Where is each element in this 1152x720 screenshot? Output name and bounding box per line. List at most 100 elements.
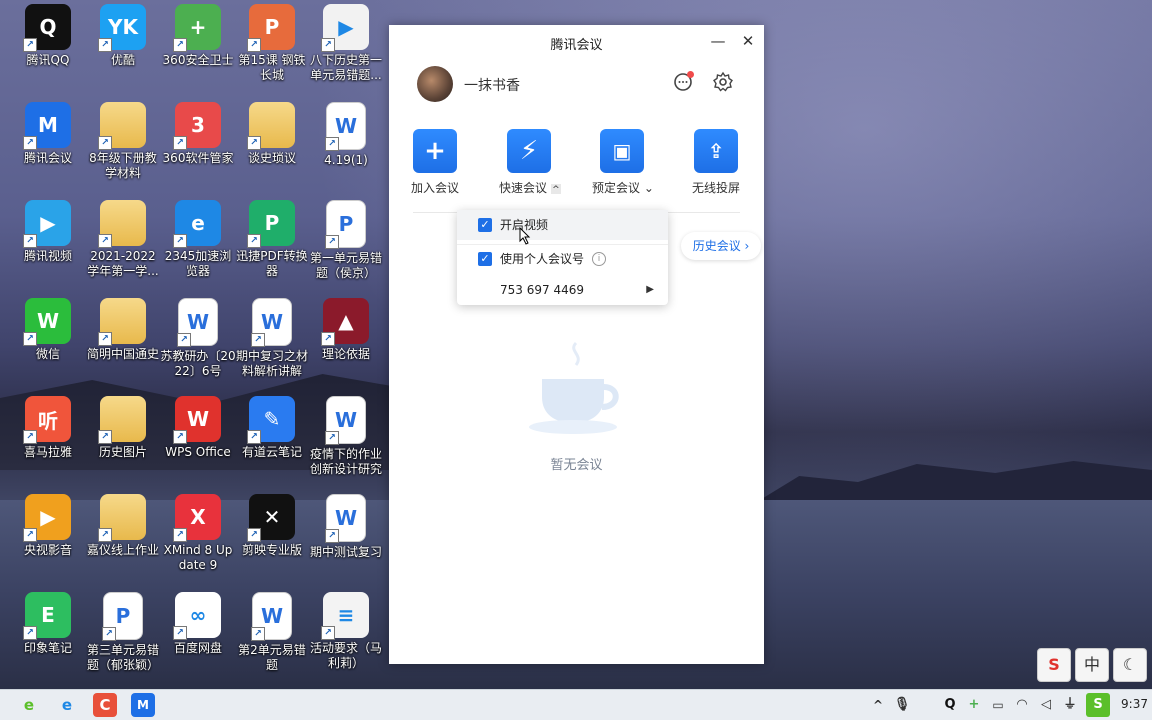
desktop-icon[interactable]: P ↗ 第一单元易错题（侯京） (308, 200, 384, 281)
desktop-icon-image: ▶ ↗ (321, 4, 369, 52)
app-taskbar-icon[interactable]: C (93, 693, 117, 717)
tray-expand-icon[interactable]: ^ (866, 693, 890, 717)
checkbox-video[interactable]: ✓ (478, 218, 492, 232)
desktop-icon-image: W ↗ (251, 592, 292, 641)
desktop-icon[interactable]: W ↗ 疫情下的作业创新设计研究 (308, 396, 384, 477)
browser-taskbar-icon[interactable]: e (55, 693, 79, 717)
desktop-icon[interactable]: W ↗ WPS Office (160, 396, 236, 460)
desktop-icon[interactable]: W ↗ 苏教研办〔2022〕6号 (160, 298, 236, 379)
desktop-icon[interactable]: W ↗ 期中测试复习 (308, 494, 384, 560)
desktop-icon[interactable]: W ↗ 微信 (10, 298, 86, 362)
desktop-icon-image: ↗ (247, 102, 295, 150)
quick-meeting-button[interactable]: ⚡ 快速会议 ^ (499, 129, 561, 196)
chevron-down-icon[interactable]: ⌄ (644, 181, 654, 195)
battery-icon[interactable]: ▭ (986, 693, 1010, 717)
shortcut-arrow-icon: ↗ (321, 626, 335, 640)
menu-item-meeting-id[interactable]: 753 697 4469 ▶ (457, 275, 668, 305)
desktop-icon-image: P ↗ (247, 200, 295, 248)
desktop-icon[interactable]: ↗ 8年级下册教学材料 (85, 102, 161, 181)
ime-chinese-mode[interactable]: 中 (1075, 648, 1109, 682)
sogou-tray-icon[interactable]: S (1086, 693, 1110, 717)
meeting-id-value: 753 697 4469 (500, 283, 584, 297)
start-button[interactable]: e (17, 693, 41, 717)
user-name[interactable]: 一抹书香 (464, 75, 520, 95)
menu-item-personal-id[interactable]: ✓ 使用个人会议号 i (457, 244, 668, 274)
checkbox-personal-id[interactable]: ✓ (478, 252, 492, 266)
avatar[interactable] (417, 66, 453, 102)
desktop-icon[interactable]: P ↗ 第三单元易错题（郁张颖） (85, 592, 161, 673)
menu-item-enable-video[interactable]: ✓ 开启视频 (457, 210, 668, 240)
shortcut-arrow-icon: ↗ (173, 234, 187, 248)
shortcut-arrow-icon: ↗ (98, 234, 112, 248)
desktop-icon-image: W ↗ (325, 102, 366, 151)
desktop-icon[interactable]: ▶ ↗ 八下历史第一单元易错题... (308, 4, 384, 83)
info-icon[interactable]: i (592, 252, 606, 266)
desktop-icon-image: 3 ↗ (173, 102, 221, 150)
shortcut-arrow-icon: ↗ (23, 626, 37, 640)
volume-icon[interactable]: ◁ (1034, 693, 1058, 717)
shortcut-arrow-icon: ↗ (23, 234, 37, 248)
desktop-icon[interactable]: ∞ ↗ 百度网盘 (160, 592, 236, 656)
desktop-icon[interactable]: ↗ 历史图片 (85, 396, 161, 460)
minimize-button[interactable]: — (708, 31, 728, 51)
desktop-icon[interactable]: ✕ ↗ 剪映专业版 (234, 494, 310, 558)
shortcut-arrow-icon: ↗ (173, 430, 187, 444)
join-meeting-label: 加入会议 (410, 181, 459, 195)
desktop-icon[interactable]: YK ↗ 优酷 (85, 4, 161, 68)
desktop-icon[interactable]: ↗ 简明中国通史 (85, 298, 161, 362)
desktop-icon[interactable]: W ↗ 第2单元易错题 (234, 592, 310, 673)
desktop-icon-label: 历史图片 (98, 445, 147, 459)
lightning-icon: ⚡ (507, 129, 551, 173)
cast-icon: ⇪ (694, 129, 738, 173)
chevron-up-icon[interactable]: ^ (550, 184, 561, 195)
desktop-icon-label: 期中测试复习 (309, 545, 382, 559)
desktop-icon[interactable]: P ↗ 迅捷PDF转换器 (234, 200, 310, 279)
sogou-ime-icon[interactable]: S (1037, 648, 1071, 682)
notification-dot (687, 71, 694, 78)
moon-icon[interactable]: ☾ (1113, 648, 1147, 682)
history-meetings-button[interactable]: 历史会议 › (681, 232, 761, 260)
desktop-icon-label: 简明中国通史 (86, 347, 159, 361)
desktop-icon-label: 有道云笔记 (241, 445, 302, 459)
wifi-icon[interactable]: ◠ (1010, 693, 1034, 717)
desktop-icon-image: P ↗ (247, 4, 295, 52)
desktop-icon[interactable]: Q ↗ 腾讯QQ (10, 4, 86, 68)
desktop-icon[interactable]: ✎ ↗ 有道云笔记 (234, 396, 310, 460)
desktop-icon[interactable]: ↗ 2021-2022学年第一学... (85, 200, 161, 279)
shortcut-arrow-icon: ↗ (98, 528, 112, 542)
desktop-icon[interactable]: + ↗ 360安全卫士 (160, 4, 236, 68)
shortcut-arrow-icon: ↗ (23, 528, 37, 542)
desktop-icon[interactable]: W ↗ 4.19(1) (308, 102, 384, 168)
desktop-icon[interactable]: ↗ 嘉仪线上作业 (85, 494, 161, 558)
desktop-icon-image: E ↗ (23, 592, 71, 640)
desktop-icon[interactable]: E ↗ 印象笔记 (10, 592, 86, 656)
tencent-meeting-taskbar-icon[interactable]: M (131, 693, 155, 717)
close-button[interactable]: ✕ (738, 31, 758, 51)
desktop-icon[interactable]: M ↗ 腾讯会议 (10, 102, 86, 166)
wireless-cast-label: 无线投屏 (691, 181, 740, 195)
schedule-meeting-button[interactable]: ▣ 预定会议 ⌄ (592, 129, 654, 196)
microphone-icon[interactable]: 🎙 (890, 693, 914, 717)
desktop-icon-image: ↗ (98, 298, 146, 346)
join-meeting-button[interactable]: + 加入会议 (405, 129, 465, 196)
desktop-icon[interactable]: X ↗ XMind 8 Update 9 (160, 494, 236, 573)
desktop-icon[interactable]: ≡ ↗ 活动要求（马利莉） (308, 592, 384, 671)
desktop-icon[interactable]: 3 ↗ 360软件管家 (160, 102, 236, 166)
desktop-icon[interactable]: ▲ ↗ 理论依据 (308, 298, 384, 362)
desktop-icon[interactable]: e ↗ 2345加速浏览器 (160, 200, 236, 279)
desktop-icon[interactable]: ↗ 谈史琐议 (234, 102, 310, 166)
usb-icon[interactable]: ⏚ (1058, 693, 1082, 717)
desktop-icon[interactable]: P ↗ 第15课 钢铁长城 (234, 4, 310, 83)
qq-tray-icon[interactable]: Q (938, 693, 962, 717)
security-tray-icon[interactable]: + (962, 693, 986, 717)
desktop-icon[interactable]: ▶ ↗ 腾讯视频 (10, 200, 86, 264)
settings-gear-icon[interactable] (711, 71, 735, 95)
desktop-icon-image: ∞ ↗ (173, 592, 221, 640)
desktop-icon[interactable]: ▶ ↗ 央视影音 (10, 494, 86, 558)
taskbar: e e C M ^ 🎙 Q + ▭ ◠ ◁ ⏚ S 9:37 (0, 689, 1152, 720)
desktop-icon-label: 8年级下册教学材料 (89, 151, 157, 180)
wireless-cast-button[interactable]: ⇪ 无线投屏 (686, 129, 746, 196)
quick-meeting-dropdown: ✓ 开启视频 ✓ 使用个人会议号 i 753 697 4469 ▶ (457, 210, 668, 305)
desktop-icon[interactable]: W ↗ 期中复习之材料解析讲解 (234, 298, 310, 379)
desktop-icon[interactable]: 听 ↗ 喜马拉雅 (10, 396, 86, 460)
